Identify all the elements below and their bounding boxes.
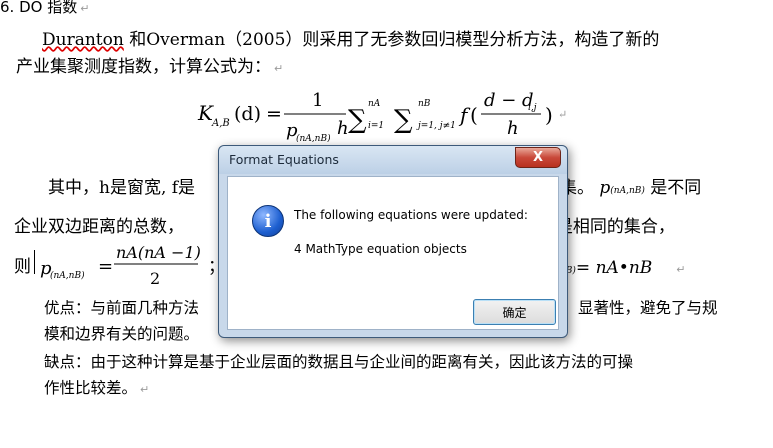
svg-text:=: = (98, 256, 113, 277)
svg-text:↵: ↵ (558, 108, 567, 121)
section-heading: 6. DO 指数 ↵ (0, 0, 90, 16)
svg-text:(d): (d) (234, 103, 261, 125)
dialog-title: Format Equations (229, 152, 339, 167)
svg-text:(nA,nB): (nA,nB) (50, 270, 85, 281)
do-index-formula[interactable]: K A,B (d) = 1 p (nA,nB) h ∑ nA i=1 ∑ nB … (196, 88, 596, 142)
info-icon: i (252, 205, 284, 237)
close-icon: X (532, 150, 544, 165)
pros-line: 优点：与前面几种方法 (44, 299, 200, 317)
paragraph-line-4: 企业双边距离的总数， (14, 217, 184, 237)
svg-text:i,j: i,j (528, 103, 537, 113)
svg-text:=: = (266, 103, 282, 125)
paragraph-line-3-right: 集。 p(nA,nB) 是不同 (560, 178, 702, 198)
svg-text:h: h (337, 118, 349, 139)
sum-symbol: ∑ (348, 105, 367, 135)
paragraph-line-1: Duranton 和Overman（2005）则采用了无参数回归模型分析方法，构… (42, 30, 660, 50)
pros-line-right: 显著性，避免了与规 (578, 299, 718, 317)
svg-text:nB: nB (418, 99, 431, 109)
sum-symbol: ∑ (394, 105, 413, 135)
paragraph-line-5: 则 (14, 257, 31, 277)
pair-count-formula[interactable]: p (nA,nB) = nA(nA −1) 2 ； (38, 244, 228, 290)
cons-line: 缺点：由于这种计算是基于企业层面的数据且与企业间的距离有关，因此该方法的可操 (44, 353, 634, 371)
svg-text:j=1, j≠1: j=1, j≠1 (416, 121, 456, 131)
dialog-body: i The following equations were updated: … (227, 176, 559, 330)
cons-line-2: 作性比较差。 ↵ (44, 379, 150, 397)
paragraph-line-3: 其中，h是窗宽, f是 (48, 178, 196, 198)
paragraph-line-5-right: nB)= nA•nB↵ (560, 258, 686, 278)
ok-button[interactable]: 确定 (473, 299, 556, 325)
pros-line-2: 模和边界有关的问题。 (44, 325, 200, 343)
paragraph-line-2: 产业集聚测度指数，计算公式为： ↵ (16, 57, 284, 77)
svg-text:h: h (507, 118, 519, 139)
message-line-2: 4 MathType equation objects (294, 242, 467, 256)
svg-text:): ) (545, 103, 553, 127)
close-button[interactable]: X (515, 147, 561, 168)
svg-text:(nA,nB): (nA,nB) (296, 133, 331, 142)
format-equations-dialog[interactable]: Format Equations X i The following equat… (218, 145, 568, 338)
svg-text:A,B: A,B (211, 118, 230, 129)
ok-button-label: 确定 (502, 305, 527, 320)
svg-text:2: 2 (150, 269, 160, 288)
message-line-1: The following equations were updated: (294, 208, 528, 222)
svg-text:(: ( (470, 103, 478, 127)
text-cursor (34, 250, 35, 274)
dialog-titlebar[interactable]: Format Equations X (219, 146, 567, 174)
svg-text:nA: nA (368, 99, 381, 109)
svg-text:i=1: i=1 (368, 121, 384, 131)
svg-text:nA(nA −1): nA(nA −1) (116, 244, 201, 262)
svg-text:1: 1 (312, 90, 323, 111)
svg-text:d − d: d − d (484, 90, 534, 111)
author-name: Duranton (42, 30, 124, 50)
